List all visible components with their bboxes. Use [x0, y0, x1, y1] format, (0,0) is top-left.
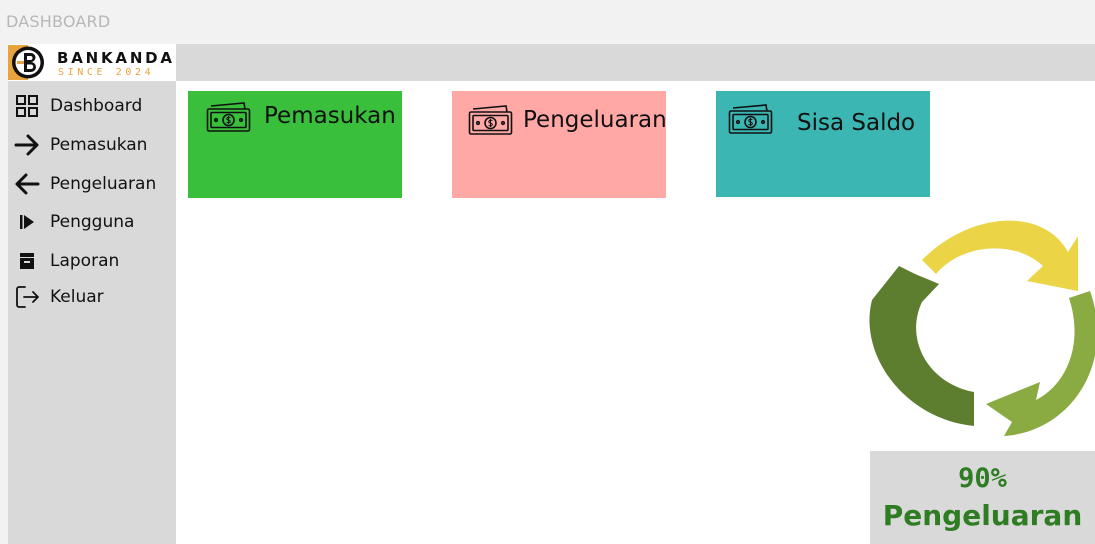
arrow-right-icon	[14, 133, 40, 157]
summary-percent: 90%	[958, 463, 1007, 494]
dashboard-grid-icon	[14, 94, 40, 118]
dashboard-window: DASHBOARD BANKANDA SINCE 2024 Dashboard	[0, 0, 1095, 544]
card-title: Pemasukan	[264, 103, 396, 129]
sidebar-item-label: Laporan	[50, 251, 120, 271]
sidebar-item-label: Keluar	[50, 287, 104, 307]
play-bar-icon	[14, 210, 40, 234]
card-title: Sisa Saldo	[797, 110, 916, 136]
card-title: Pengeluaran	[523, 107, 667, 133]
money-icon	[468, 105, 513, 135]
title-bar: DASHBOARD	[0, 0, 1095, 44]
summary-label: Pengeluaran	[882, 499, 1083, 532]
window-left-border	[0, 44, 8, 544]
sidebar-item-pengeluaran[interactable]: Pengeluaran	[14, 170, 174, 198]
sidebar-item-label: Pengguna	[50, 212, 135, 232]
money-icon	[206, 102, 251, 132]
summary-box: 90% Pengeluaran	[870, 451, 1095, 544]
recycle-icon	[869, 220, 1095, 436]
sidebar-item-keluar[interactable]: Keluar	[14, 283, 174, 311]
sidebar-item-label: Pemasukan	[50, 135, 148, 155]
sidebar-item-label: Pengeluaran	[50, 174, 157, 194]
sidebar-item-label: Dashboard	[50, 96, 143, 116]
sidebar-item-pengguna[interactable]: Pengguna	[14, 208, 174, 236]
money-icon	[728, 104, 773, 134]
card-pengeluaran[interactable]: Pengeluaran	[452, 91, 667, 198]
sidebar-item-laporan[interactable]: Laporan	[14, 247, 174, 275]
window-title: DASHBOARD	[6, 12, 111, 31]
bank-b-logo-icon	[8, 45, 44, 80]
brand-logo: BANKANDA SINCE 2024	[8, 44, 172, 81]
header-bar	[176, 44, 1095, 81]
brand-tagline: SINCE 2024	[58, 67, 155, 78]
arrow-left-icon	[14, 172, 40, 196]
logout-icon	[14, 285, 40, 309]
card-sisa-saldo[interactable]: Sisa Saldo	[716, 91, 930, 197]
sidebar: Dashboard Pemasukan Pengeluaran Pengguna…	[8, 81, 176, 544]
brand-name: BANKANDA	[57, 49, 175, 67]
sidebar-item-dashboard[interactable]: Dashboard	[14, 92, 174, 120]
report-icon	[14, 249, 40, 273]
card-pemasukan[interactable]: Pemasukan	[188, 91, 402, 198]
sidebar-item-pemasukan[interactable]: Pemasukan	[14, 131, 174, 159]
